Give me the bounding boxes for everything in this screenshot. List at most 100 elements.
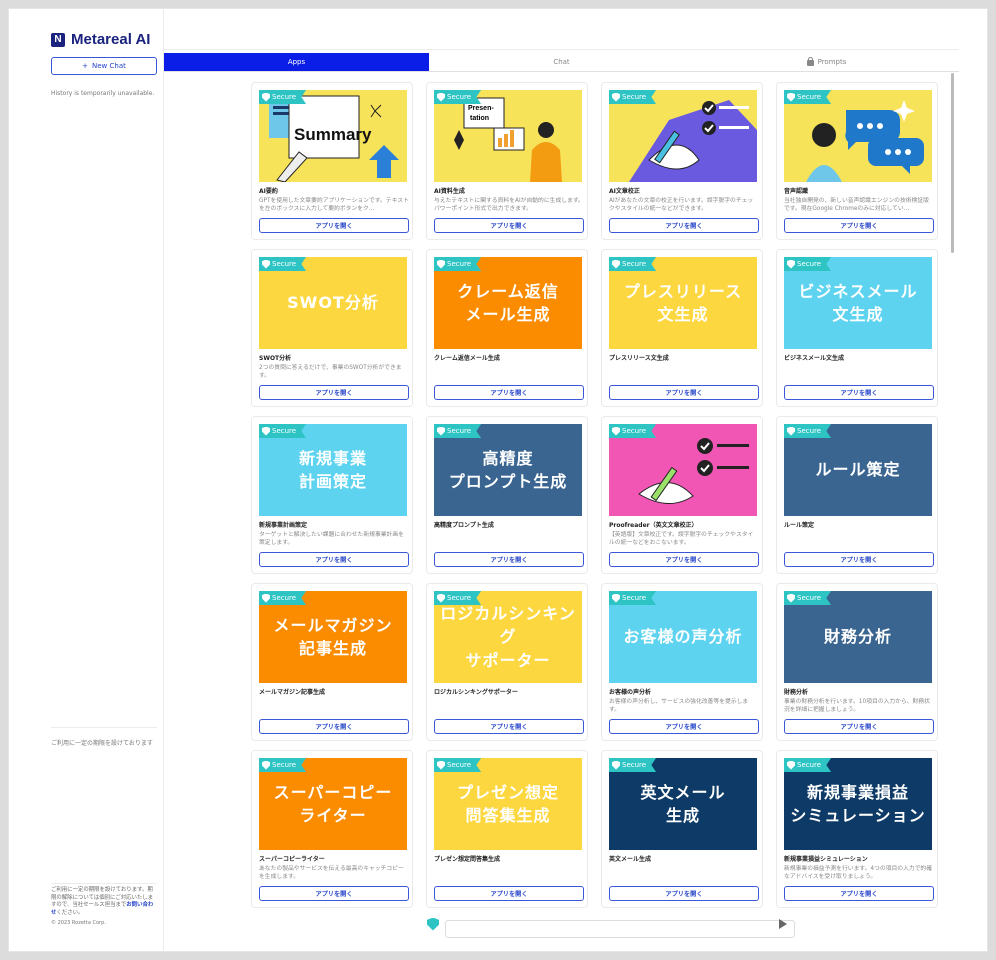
app-card[interactable]: 財務分析 Secure 財務分析 事業の財務分析を行います。10項目の入力から、財務状…: [776, 583, 938, 741]
app-card[interactable]: SWOT分析 Secure SWOT分析 2つの質問に答えるだけで、事業のSWOT分析…: [251, 249, 413, 407]
app-description: [434, 698, 584, 715]
secure-label: Secure: [272, 93, 297, 101]
secure-badge: Secure: [259, 758, 307, 772]
shield-icon: [427, 917, 439, 931]
shield-icon: [787, 426, 795, 436]
app-thumbnail[interactable]: メールマガジン 記事生成 Secure: [259, 591, 407, 683]
open-app-button[interactable]: アプリを開く: [784, 385, 934, 400]
svg-text:Presen-: Presen-: [468, 105, 494, 112]
copyright: © 2023 Rozetta Corp.: [51, 920, 106, 927]
app-thumbnail[interactable]: ルール策定 Secure: [784, 424, 932, 516]
open-app-button[interactable]: アプリを開く: [259, 886, 409, 901]
app-card[interactable]: ビジネスメール 文生成 Secure ビジネスメール文生成アプリを開く: [776, 249, 938, 407]
open-app-button[interactable]: アプリを開く: [434, 218, 584, 233]
open-app-button[interactable]: アプリを開く: [609, 218, 759, 233]
shield-icon: [262, 593, 270, 603]
app-thumbnail[interactable]: お客様の声分析 Secure: [609, 591, 757, 683]
open-app-button[interactable]: アプリを開く: [784, 719, 934, 734]
app-logo[interactable]: N Metareal AI: [51, 31, 150, 48]
open-app-button[interactable]: アプリを開く: [259, 385, 409, 400]
chat-input[interactable]: [445, 919, 795, 938]
tab-chat[interactable]: Chat: [429, 53, 694, 71]
app-card[interactable]: ルール策定 Secure ルール策定 アプリを開く: [776, 416, 938, 574]
app-thumbnail[interactable]: Summary Secure: [259, 90, 407, 182]
app-card[interactable]: スーパーコピー ライター Secure スーパーコピーライター あなたの製品やサービス…: [251, 750, 413, 908]
app-thumbnail[interactable]: プレゼン想定 問答集生成 Secure: [434, 758, 582, 850]
open-app-button[interactable]: アプリを開く: [434, 886, 584, 901]
app-thumbnail[interactable]: ビジネスメール 文生成 Secure: [784, 257, 932, 349]
app-card[interactable]: 新規事業 計画策定 Secure 新規事業計画策定 ターゲットと解決したい課題に合わせ…: [251, 416, 413, 574]
app-thumbnail[interactable]: プレスリリース 文生成 Secure: [609, 257, 757, 349]
shield-icon: [612, 760, 620, 770]
secure-label: Secure: [272, 761, 297, 769]
app-card[interactable]: Summary Secure AI要約 GPTを使用した文章要約アプリケーションです。…: [251, 82, 413, 240]
app-card[interactable]: 新規事業損益 シミュレーション Secure 新規事業損益シミュレーション 新規事業の…: [776, 750, 938, 908]
secure-label: Secure: [447, 594, 472, 602]
app-thumbnail[interactable]: 高精度 プロンプト生成 Secure: [434, 424, 582, 516]
open-app-button[interactable]: アプリを開く: [784, 218, 934, 233]
app-thumbnail[interactable]: Secure: [784, 90, 932, 182]
open-app-button[interactable]: アプリを開く: [609, 385, 759, 400]
shield-icon: [787, 593, 795, 603]
secure-label: Secure: [797, 594, 822, 602]
shield-icon: [787, 259, 795, 269]
app-card[interactable]: Secure AI文章校正 AIがあなたの文章の校正を行います。誤字脱字のチェックや…: [601, 82, 763, 240]
app-card[interactable]: メールマガジン 記事生成 Secure メールマガジン記事生成アプリを開く: [251, 583, 413, 741]
app-thumbnail[interactable]: 財務分析 Secure: [784, 591, 932, 683]
app-card[interactable]: プレスリリース 文生成 Secure プレスリリース文生成 アプリを開く: [601, 249, 763, 407]
secure-badge: Secure: [609, 90, 657, 104]
app-thumbnail[interactable]: SWOT分析 Secure: [259, 257, 407, 349]
app-title: AI要約: [259, 188, 278, 195]
app-thumbnail[interactable]: Secure: [609, 424, 757, 516]
secure-badge: Secure: [609, 591, 657, 605]
sidebar-footer: ご利用に一定の期限を設けております。期限の解除については個別にご対応いたしますの…: [51, 883, 157, 927]
tab-prompts[interactable]: Prompts: [694, 53, 959, 71]
tab-apps[interactable]: Apps: [164, 53, 429, 71]
app-title: ビジネスメール文生成: [784, 355, 845, 362]
open-app-button[interactable]: アプリを開く: [784, 552, 934, 567]
app-description: [784, 364, 934, 381]
open-app-button[interactable]: アプリを開く: [609, 719, 759, 734]
shield-icon: [262, 259, 270, 269]
app-description: お客様の声分析し、サービスの強化改善等を提示します。: [609, 699, 749, 714]
app-card[interactable]: ロジカルシンキング サポーター Secure ロジカルシンキングサポーター アプリを開…: [426, 583, 588, 741]
app-card[interactable]: Secure Proofreader（英文文章校正） 【英語版】文章校正です。誤字脱…: [601, 416, 763, 574]
open-app-button[interactable]: アプリを開く: [259, 218, 409, 233]
app-thumbnail[interactable]: Secure: [609, 90, 757, 182]
app-thumbnail[interactable]: ロジカルシンキング サポーター Secure: [434, 591, 582, 683]
open-app-button[interactable]: アプリを開く: [434, 719, 584, 734]
app-description: GPTを使用した文章要約アプリケーションです。テキストを左のボックスに入力して要…: [259, 198, 409, 213]
app-thumbnail[interactable]: 新規事業 計画策定 Secure: [259, 424, 407, 516]
app-thumbnail[interactable]: 英文メール 生成 Secure: [609, 758, 757, 850]
app-title: SWOT分析: [259, 355, 292, 362]
app-card[interactable]: 高精度 プロンプト生成 Secure 高精度プロンプト生成 アプリを開く: [426, 416, 588, 574]
app-thumbnail[interactable]: スーパーコピー ライター Secure: [259, 758, 407, 850]
scrollbar[interactable]: [951, 73, 954, 253]
app-title: メールマガジン記事生成: [259, 689, 326, 696]
open-app-button[interactable]: アプリを開く: [434, 385, 584, 400]
shield-icon: [262, 760, 270, 770]
open-app-button[interactable]: アプリを開く: [434, 552, 584, 567]
open-app-button[interactable]: アプリを開く: [784, 886, 934, 901]
app-card[interactable]: お客様の声分析 Secure お客様の声分析お客様の声分析し、サービスの強化改善等を…: [601, 583, 763, 741]
new-chat-button[interactable]: + New Chat: [51, 57, 157, 75]
app-card[interactable]: 英文メール 生成 Secure 英文メール生成 アプリを開く: [601, 750, 763, 908]
app-card[interactable]: プレゼン想定 問答集生成 Secure プレゼン想定問答集生成 アプリを開く: [426, 750, 588, 908]
app-thumbnail[interactable]: Presen-tation Secure: [434, 90, 582, 182]
secure-badge: Secure: [434, 257, 482, 271]
app-card[interactable]: クレーム返信 メール生成 Secure クレーム返信メール生成 アプリを開く: [426, 249, 588, 407]
open-app-button[interactable]: アプリを開く: [259, 552, 409, 567]
app-thumbnail[interactable]: クレーム返信 メール生成 Secure: [434, 257, 582, 349]
open-app-button[interactable]: アプリを開く: [259, 719, 409, 734]
lock-icon: [806, 57, 814, 66]
open-app-button[interactable]: アプリを開く: [609, 552, 759, 567]
app-title: お客様の声分析: [609, 689, 652, 696]
app-description: 新規事業の損益予測を行います。4つの項目の入力で的確なアドバイスを受け取りましょ…: [784, 866, 933, 881]
app-card[interactable]: Presen-tation Secure AI資料生成 与えたテキストに関する資料をA…: [426, 82, 588, 240]
open-app-button[interactable]: アプリを開く: [609, 886, 759, 901]
app-thumbnail[interactable]: 新規事業損益 シミュレーション Secure: [784, 758, 932, 850]
secure-label: Secure: [622, 427, 647, 435]
send-icon[interactable]: [779, 919, 787, 929]
app-card[interactable]: Secure 音声認識 当社独自開発の、新しい音声認識エンジンの技術検証版です。現在…: [776, 82, 938, 240]
shield-icon: [437, 259, 445, 269]
